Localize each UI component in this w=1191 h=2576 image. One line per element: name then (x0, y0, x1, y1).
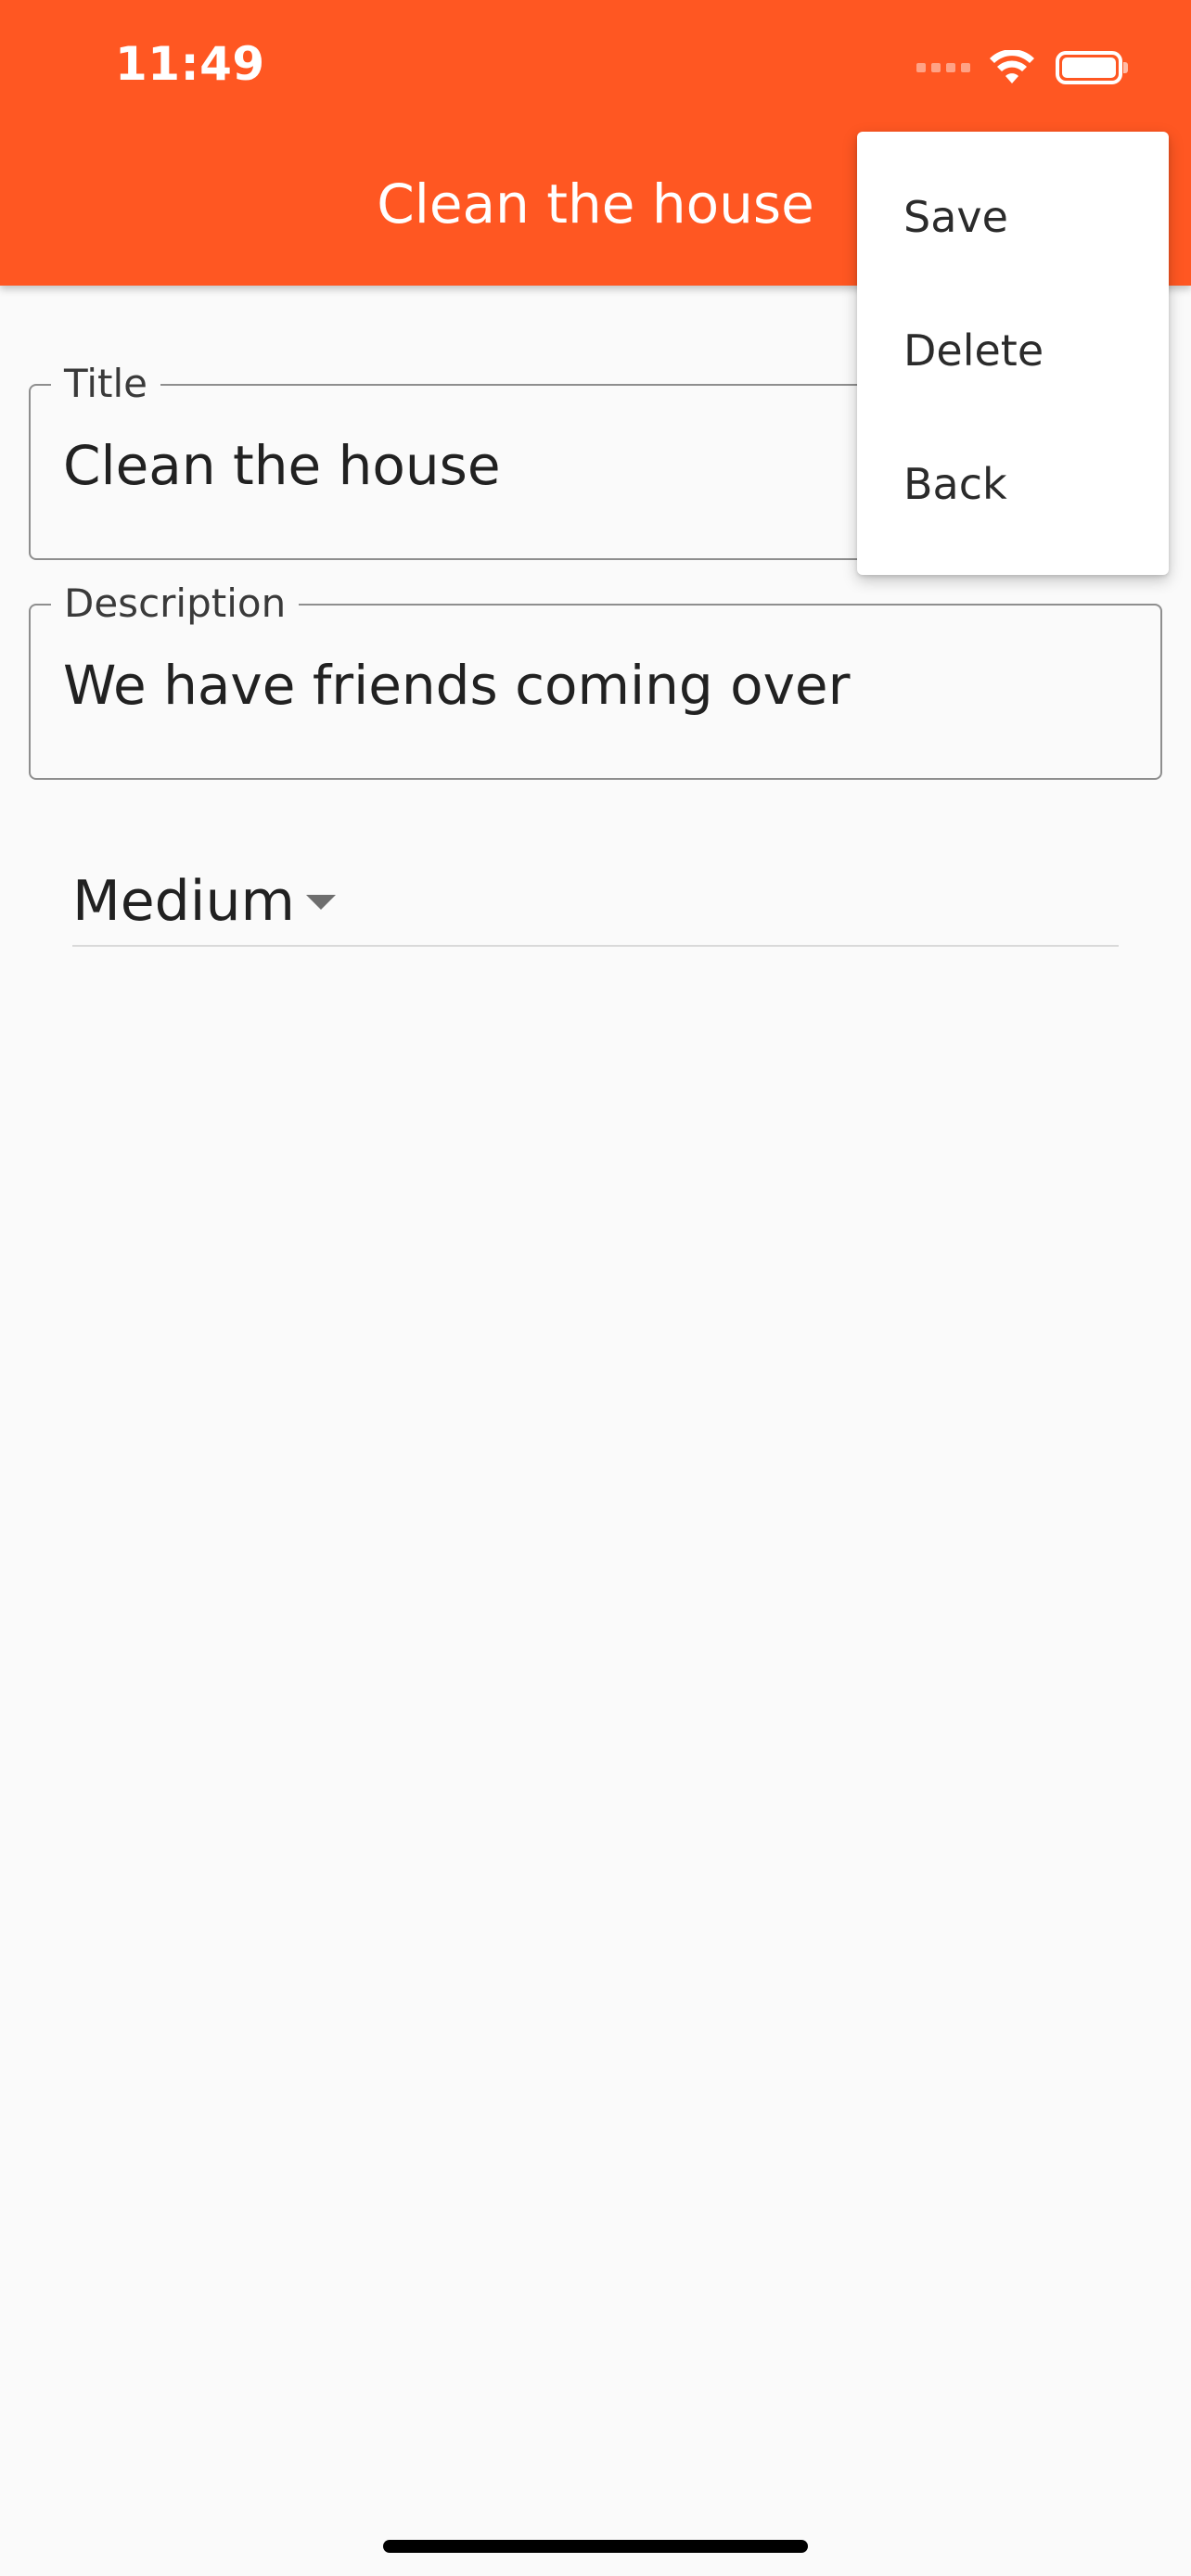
description-field-value[interactable]: We have friends coming over (63, 654, 850, 717)
menu-item-back[interactable]: Back (857, 417, 1169, 551)
menu-item-save[interactable]: Save (857, 150, 1169, 284)
title-field-label: Title (51, 358, 161, 410)
dropdown-arrow-icon[interactable] (306, 895, 336, 910)
battery-icon (1056, 51, 1128, 84)
status-time: 11:49 (115, 37, 265, 91)
menu-item-delete[interactable]: Delete (857, 284, 1169, 417)
priority-dropdown-value[interactable]: Medium (72, 869, 295, 934)
wifi-icon (990, 50, 1034, 83)
screen: 11:49 Clean the house Title Clean the ho… (0, 0, 1191, 2576)
signal-icon (916, 63, 970, 72)
popup-menu: Save Delete Back (857, 132, 1169, 575)
title-field-value[interactable]: Clean the house (63, 434, 501, 497)
description-field-label: Description (51, 578, 300, 630)
home-indicator[interactable] (383, 2540, 808, 2553)
description-field[interactable]: Description We have friends coming over (29, 578, 1162, 780)
priority-dropdown[interactable]: Medium (72, 858, 1119, 947)
status-icons (916, 46, 1128, 89)
